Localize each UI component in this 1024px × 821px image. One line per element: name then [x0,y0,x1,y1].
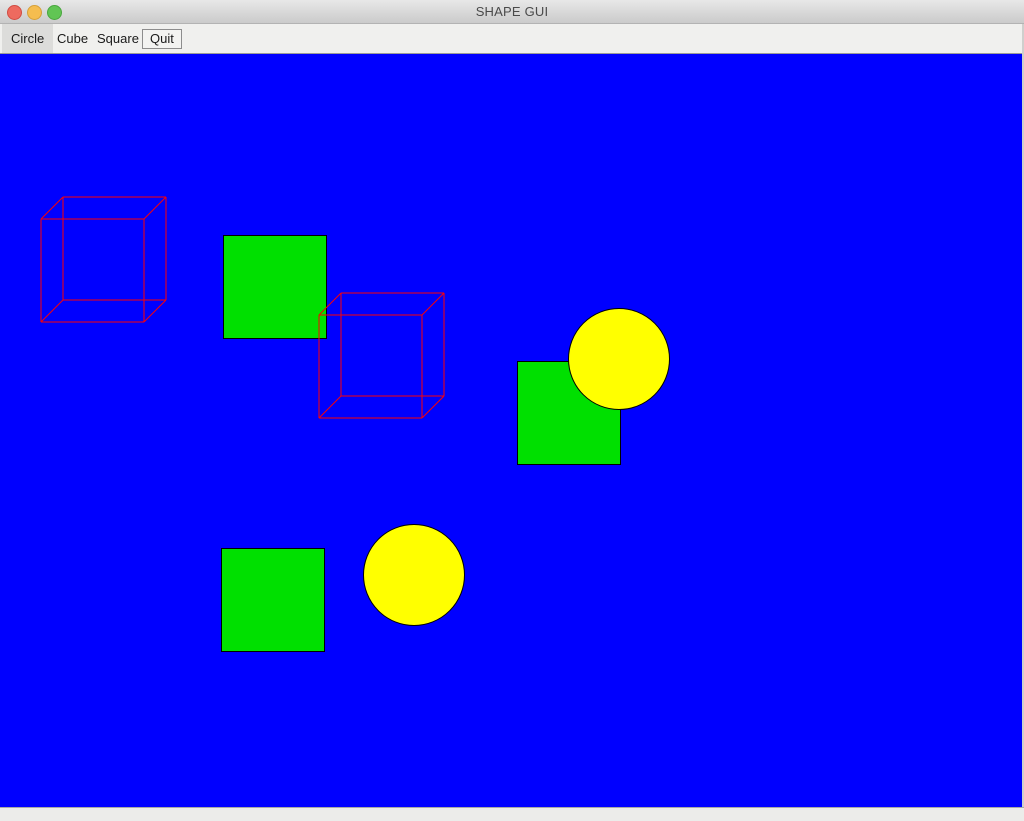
shape-cube-2 [318,292,445,419]
shape-square-3 [221,548,325,652]
shape-square-1 [223,235,327,339]
shape-circle-2 [363,524,465,626]
toolbar-item-square[interactable]: Square [88,24,148,53]
shape-cube-1 [40,196,167,323]
window-title: SHAPE GUI [475,4,549,19]
window-titlebar[interactable]: SHAPE GUI [0,0,1024,24]
toolbar-item-circle[interactable]: Circle [2,24,54,53]
shape-gui-window: SHAPE GUI Circle Cube Square Quit [0,0,1024,821]
drawing-canvas[interactable] [2,54,1022,807]
toolbar: Circle Cube Square Quit [0,24,1024,54]
window-bottom-edge [0,807,1024,821]
toolbar-item-quit[interactable]: Quit [142,29,182,49]
shape-circle-1 [568,308,670,410]
